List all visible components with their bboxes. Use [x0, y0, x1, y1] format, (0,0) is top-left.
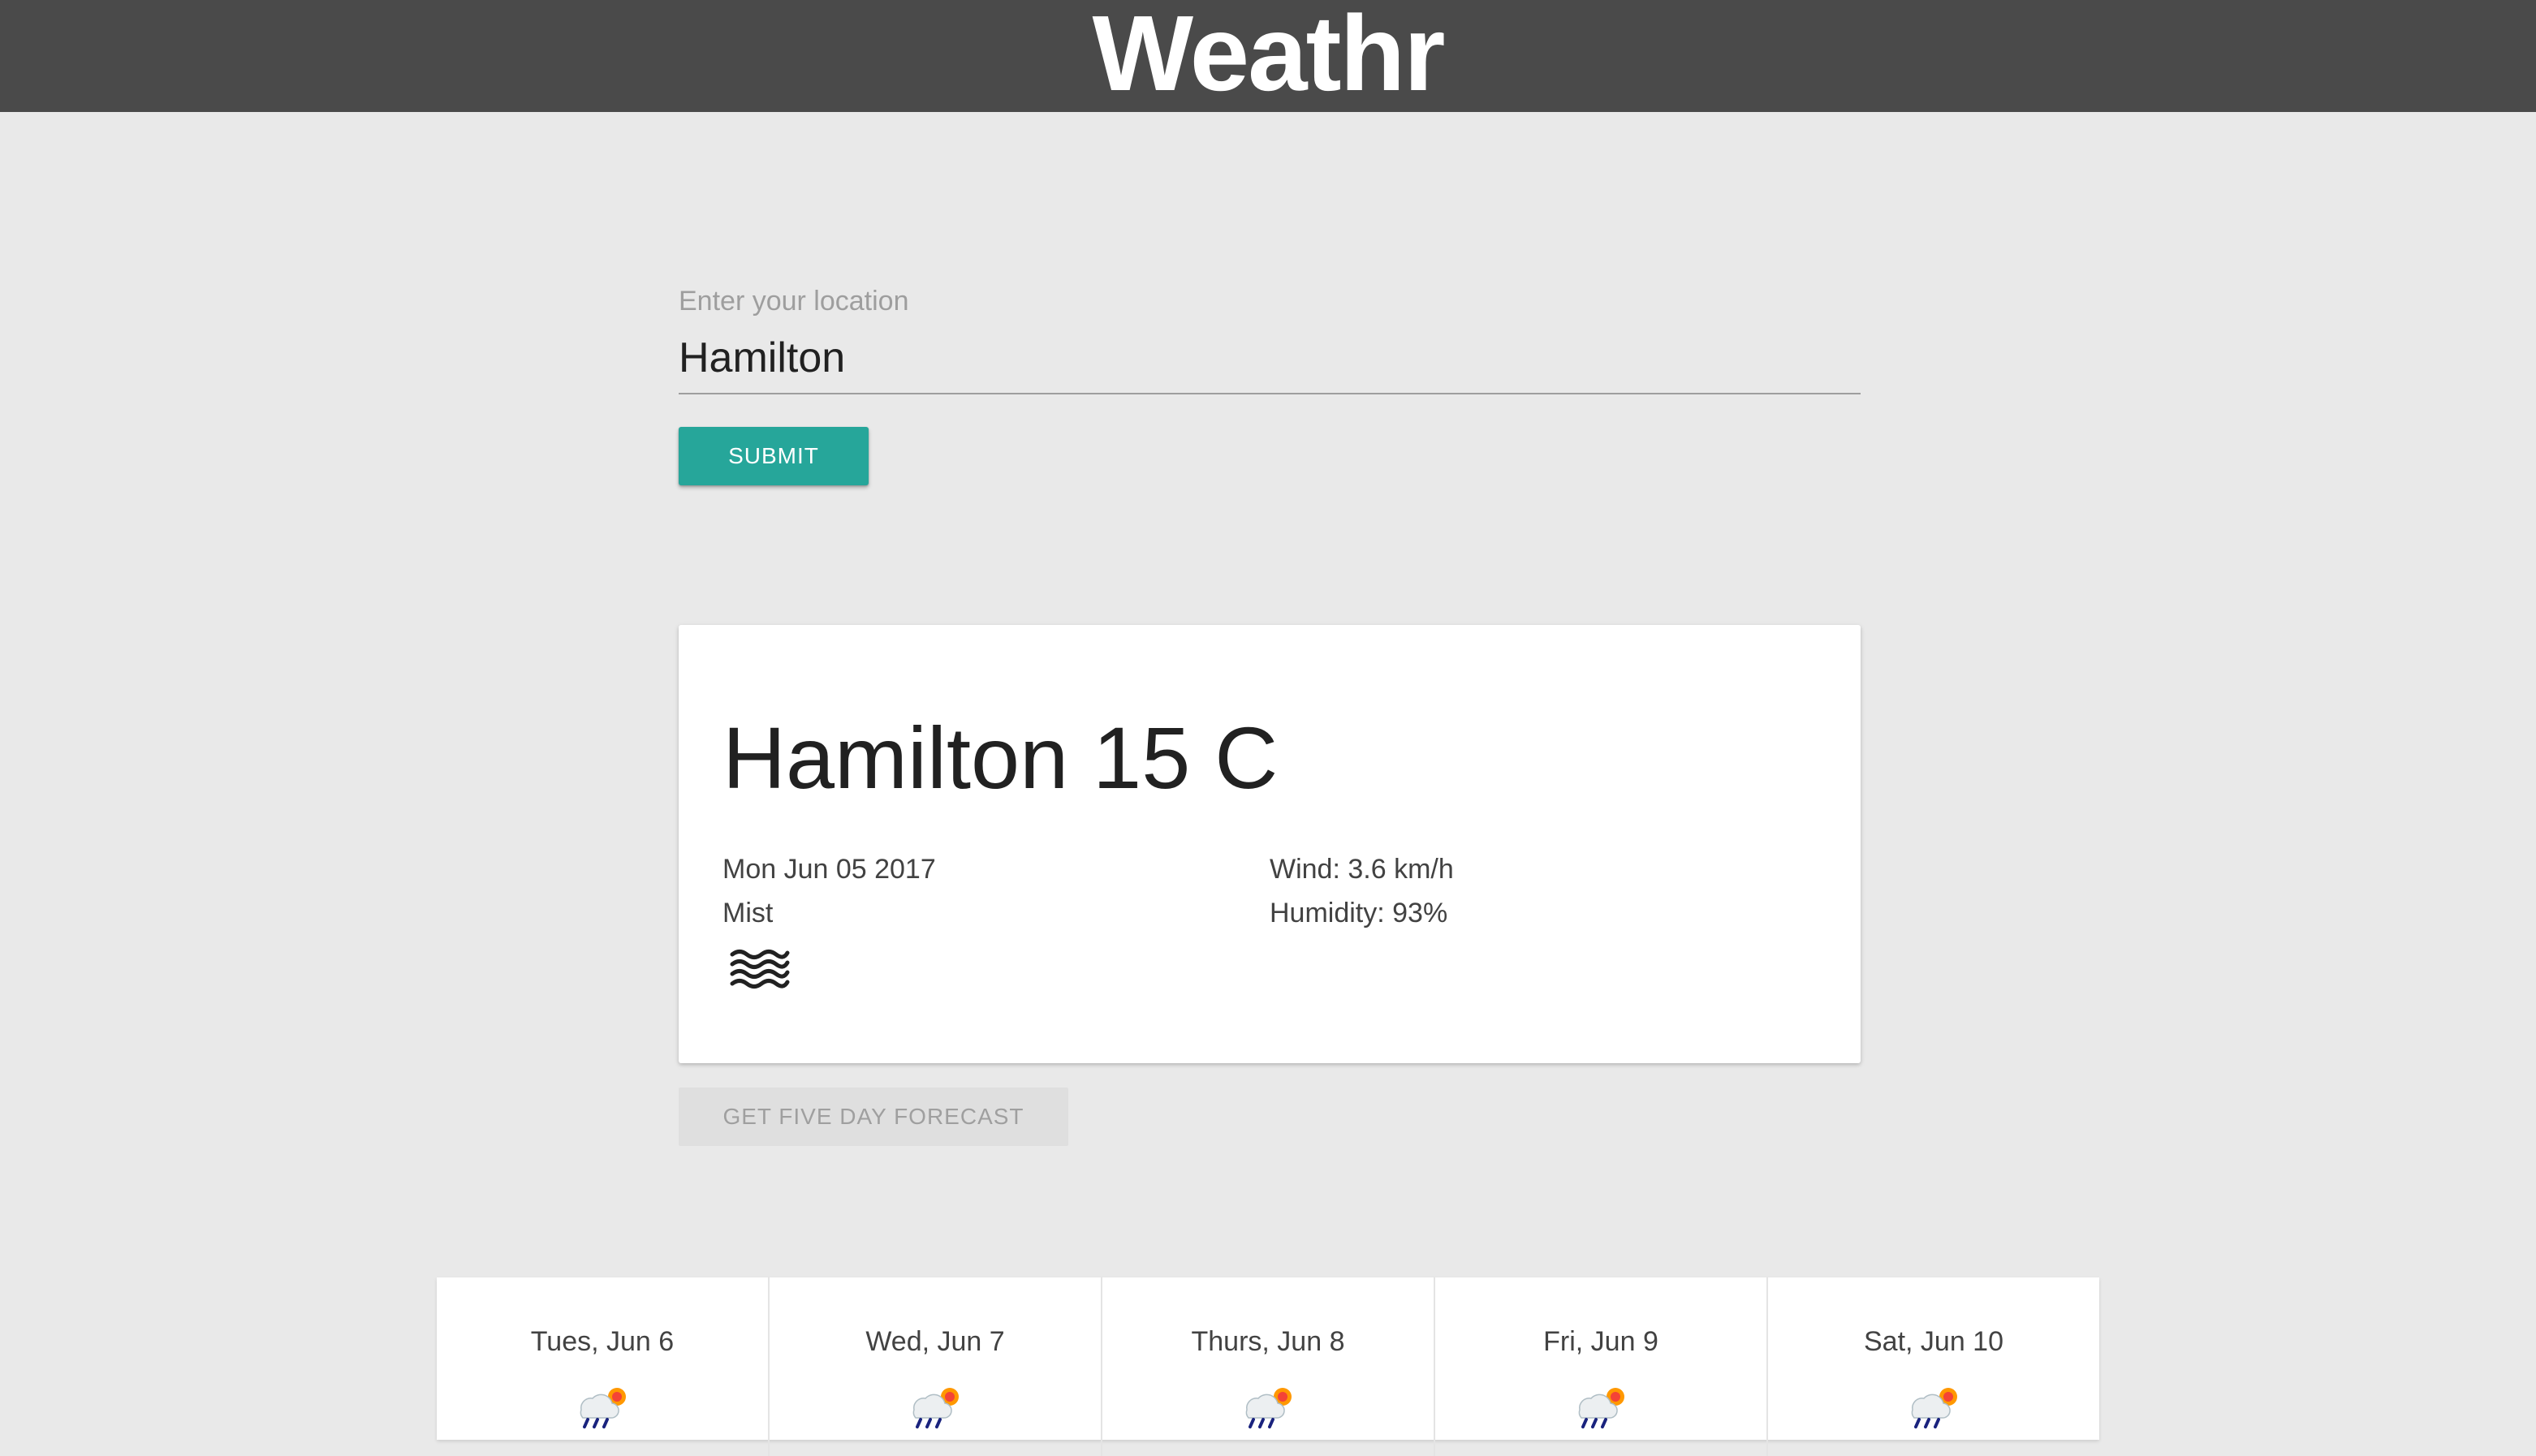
forecast-day: Sat, Jun 10: [1768, 1277, 2099, 1456]
rain-sun-icon: [580, 1388, 626, 1428]
location-label: Enter your location: [679, 286, 909, 317]
current-humidity: Humidity: 93%: [1270, 898, 1448, 928]
current-heading: Hamilton 15 C: [722, 709, 1279, 807]
current-date: Mon Jun 05 2017: [722, 854, 936, 885]
mist-icon: [730, 950, 790, 989]
current-weather-card: Hamilton 15 C Mon Jun 05 2017 Mist Wind:…: [679, 625, 1861, 1063]
forecast-day: Wed, Jun 7: [770, 1277, 1102, 1456]
forecast-day-label: Fri, Jun 9: [1543, 1326, 1658, 1357]
forecast-row: Tues, Jun 6 Wed, Jun 7 Thurs, Jun 8 Fri,…: [437, 1277, 2099, 1456]
forecast-day-label: Thurs, Jun 8: [1191, 1326, 1345, 1357]
current-details-right: Wind: 3.6 km/h Humidity: 93%: [1270, 847, 1454, 935]
rain-sun-icon: [1911, 1388, 1957, 1428]
forecast-day-label: Wed, Jun 7: [865, 1326, 1005, 1357]
app-title: Weathr: [1092, 0, 1446, 113]
forecast-day-label: Tues, Jun 6: [530, 1326, 675, 1357]
rain-sun-icon: [912, 1388, 959, 1428]
location-form: Enter your location SUBMIT: [679, 286, 1861, 485]
app-bar: Weathr: [0, 0, 2536, 112]
rain-sun-icon: [1578, 1388, 1624, 1428]
five-day-forecast-button[interactable]: GET FIVE DAY FORECAST: [679, 1088, 1068, 1146]
forecast-day-label: Sat, Jun 10: [1863, 1326, 2003, 1357]
rain-sun-icon: [1245, 1388, 1292, 1428]
current-wind: Wind: 3.6 km/h: [1270, 854, 1454, 885]
forecast-day: Thurs, Jun 8: [1102, 1277, 1435, 1456]
submit-button[interactable]: SUBMIT: [679, 427, 869, 485]
current-details-left: Mon Jun 05 2017 Mist: [722, 847, 936, 935]
current-condition: Mist: [722, 898, 774, 928]
location-input[interactable]: [679, 323, 1861, 394]
forecast-day: Tues, Jun 6: [437, 1277, 770, 1456]
forecast-day: Fri, Jun 9: [1435, 1277, 1768, 1456]
